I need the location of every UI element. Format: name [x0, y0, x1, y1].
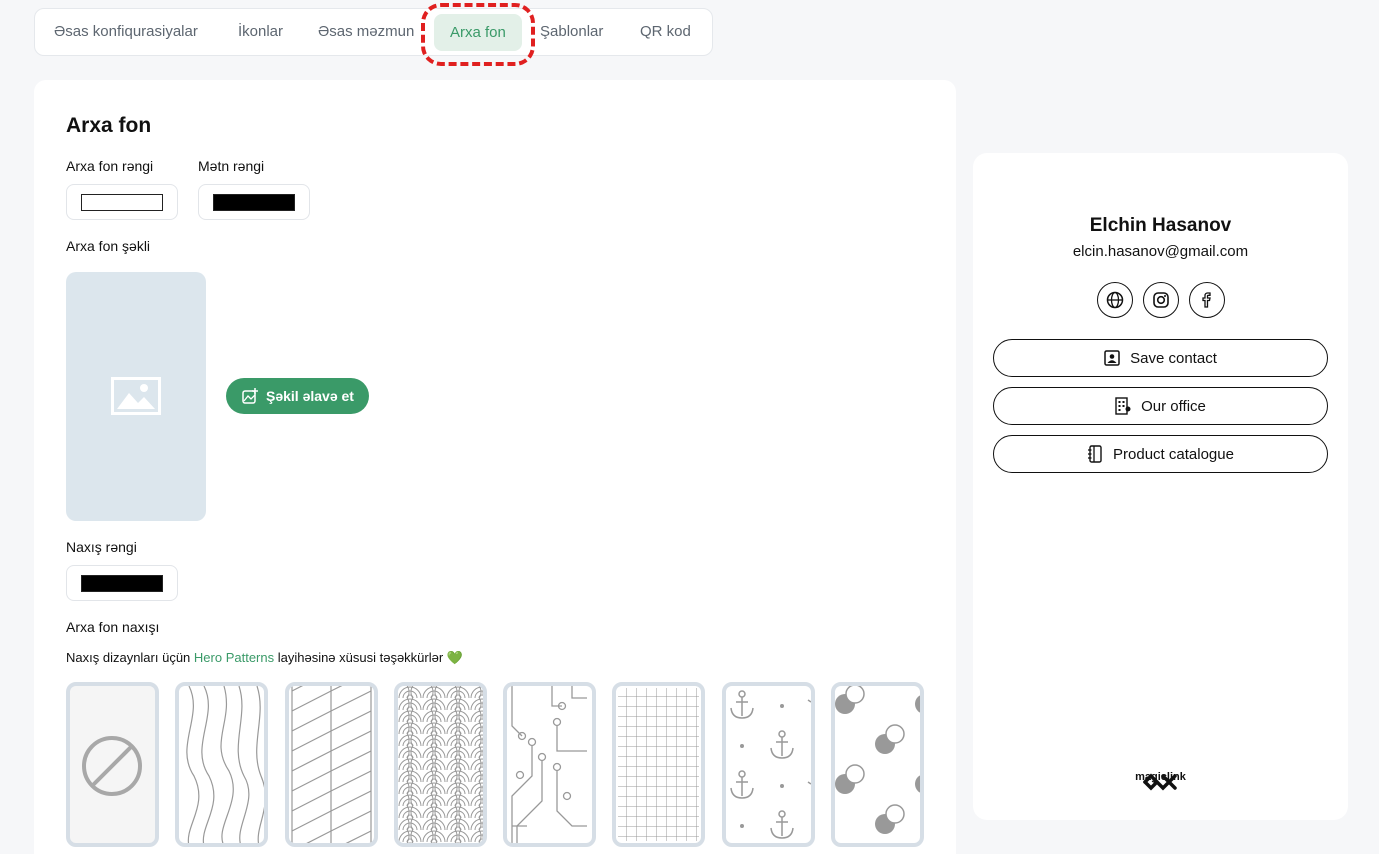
profile-email: elcin.hasanov@gmail.com [1072, 243, 1249, 260]
pattern-circuit[interactable] [503, 682, 596, 847]
save-contact-label: Save contact [1130, 349, 1217, 367]
profile-name: Elchin Hasanov [1089, 215, 1232, 236]
graph-pattern-icon [618, 688, 699, 841]
hero-patterns-link[interactable]: Hero Patterns [194, 650, 274, 665]
pattern-color-picker[interactable] [66, 565, 178, 601]
tab-main-content[interactable]: Əsas məzmun [318, 9, 414, 55]
globe-icon[interactable] [1097, 282, 1133, 318]
bg-color-label: Arxa fon rəngi [66, 158, 154, 174]
pattern-waves[interactable] [394, 682, 487, 847]
bg-image-placeholder[interactable] [66, 272, 206, 521]
pattern-label: Arxa fon naxışı [66, 619, 160, 635]
pattern-color-label: Naxış rəngi [66, 539, 137, 555]
waves-pattern-icon [398, 686, 483, 843]
contact-icon [1104, 350, 1120, 366]
leaf-pattern-icon [291, 686, 372, 843]
notebook-icon [1088, 445, 1102, 463]
instagram-icon[interactable] [1143, 282, 1179, 318]
background-editor-card: Arxa fon Arxa fon rəngi Mətn rəngi Arxa … [34, 80, 956, 854]
tab-qr-code[interactable]: QR kod [640, 9, 691, 55]
add-image-button[interactable]: Şəkil əlavə et [226, 378, 369, 414]
section-title: Arxa fon [66, 114, 152, 137]
product-catalogue-label: Product catalogue [1113, 445, 1234, 463]
building-icon [1115, 397, 1131, 415]
text-color-picker[interactable] [198, 184, 310, 220]
our-office-label: Our office [1141, 397, 1206, 415]
credits-suffix: layihəsinə xüsusi təşəkkürlər 💚 [274, 650, 463, 665]
text-color-label: Mətn rəngi [198, 158, 265, 174]
add-image-label: Şəkil əlavə et [266, 388, 354, 404]
tab-main-config[interactable]: Əsas konfiqurasiyalar [54, 9, 198, 55]
credits-prefix: Naxış dizaynları üçün [66, 650, 194, 665]
pattern-none[interactable] [66, 682, 159, 847]
facebook-icon[interactable] [1189, 282, 1225, 318]
pattern-topography[interactable] [175, 682, 268, 847]
product-catalogue-button[interactable]: Product catalogue [993, 435, 1328, 473]
circuit-pattern-icon [511, 686, 587, 843]
bg-image-label: Arxa fon şəkli [66, 238, 151, 254]
pattern-graph[interactable] [612, 682, 705, 847]
anchors-pattern-icon [730, 690, 811, 839]
tab-background[interactable]: Arxa fon [434, 14, 522, 51]
topography-pattern-icon [186, 686, 264, 843]
text-color-swatch [213, 194, 295, 211]
pattern-color-swatch [81, 575, 163, 592]
our-office-button[interactable]: Our office [993, 387, 1328, 425]
tab-icons[interactable]: İkonlar [238, 9, 283, 55]
pattern-leaf[interactable] [285, 682, 378, 847]
bg-color-picker[interactable] [66, 184, 178, 220]
brand-name: magiclink [1135, 771, 1186, 783]
bubbles-pattern-icon [835, 686, 920, 834]
pattern-anchors[interactable] [722, 682, 815, 847]
image-icon [111, 377, 161, 415]
profile-preview-card: Elchin Hasanov elcin.hasanov@gmail.com S… [973, 153, 1348, 820]
tab-templates[interactable]: Şablonlar [540, 9, 603, 55]
save-contact-button[interactable]: Save contact [993, 339, 1328, 377]
pattern-credits: Naxış dizaynları üçün Hero Patterns layi… [66, 650, 463, 666]
no-pattern-icon [82, 736, 142, 796]
add-image-icon [242, 388, 258, 404]
pattern-bubbles[interactable] [831, 682, 924, 847]
bg-color-swatch [81, 194, 163, 211]
tab-bar: Əsas konfiqurasiyalar İkonlar Əsas məzmu… [34, 8, 713, 56]
